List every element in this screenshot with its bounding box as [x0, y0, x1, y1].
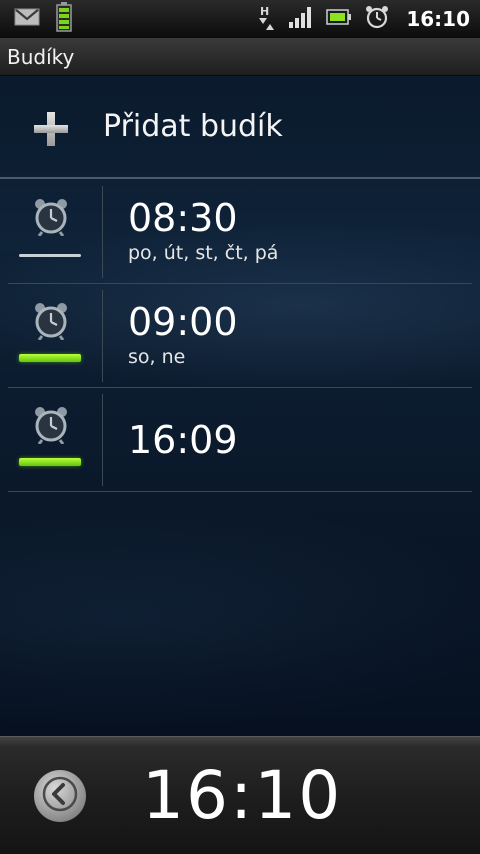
status-time: 16:10 [406, 7, 470, 31]
alarm-clock-icon [32, 300, 70, 341]
signal-icon [288, 6, 314, 32]
alarm-toggle[interactable] [19, 354, 81, 362]
alarm-item[interactable]: 09:00 so, ne [8, 284, 472, 388]
alarm-list: Přidat budík 08:30 po, út, st, čt, pá 09… [0, 76, 480, 736]
add-alarm-button[interactable]: Přidat budík [0, 76, 480, 179]
alarm-icon [364, 4, 390, 34]
alarm-days: so, ne [128, 346, 186, 368]
plus-icon [34, 112, 68, 146]
gmail-icon [14, 7, 40, 31]
alarm-clock-icon [32, 196, 70, 237]
alarm-item[interactable]: 16:09 [8, 388, 472, 492]
current-time-clock: 16:10 [142, 757, 343, 834]
battery-charging-icon [56, 2, 72, 36]
bottom-bar: 16:10 [0, 736, 480, 854]
alarm-time: 16:09 [128, 418, 238, 462]
back-arrow-icon [42, 776, 78, 816]
alarm-time: 09:00 [128, 300, 238, 344]
add-alarm-label: Přidat budík [103, 109, 283, 144]
hspa-data-icon: H [256, 4, 276, 34]
alarm-days: po, út, st, čt, pá [128, 242, 279, 264]
status-bar: H 16:10 [0, 0, 480, 38]
alarm-clock-icon [32, 404, 70, 445]
back-button[interactable] [34, 770, 86, 822]
svg-text:H: H [260, 5, 269, 18]
divider [102, 186, 103, 278]
alarm-toggle[interactable] [19, 458, 81, 466]
alarm-time: 08:30 [128, 196, 238, 240]
alarm-toggle[interactable] [19, 254, 81, 257]
alarm-item[interactable]: 08:30 po, út, st, čt, pá [8, 180, 472, 284]
battery-icon [326, 8, 352, 30]
title-bar: Budíky [0, 38, 480, 76]
divider [102, 394, 103, 486]
divider [102, 290, 103, 382]
page-title: Budíky [7, 44, 75, 69]
